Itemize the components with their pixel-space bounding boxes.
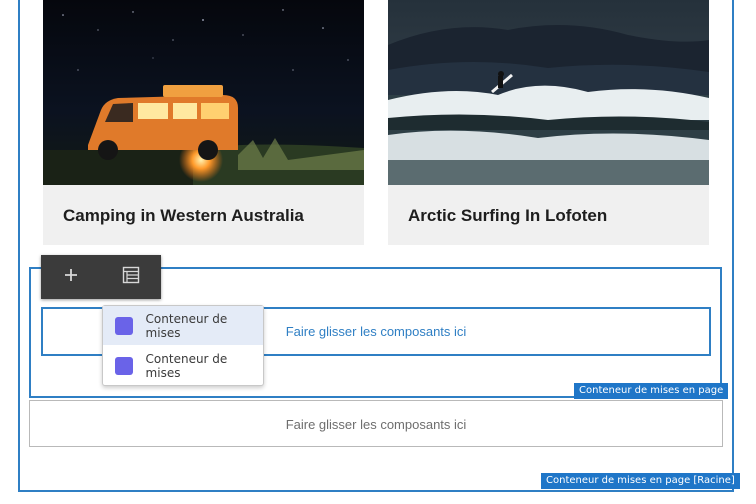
component-list-icon xyxy=(122,266,140,289)
teaser-card-surfing[interactable]: Arctic Surfing In Lofoten xyxy=(388,0,709,245)
drop-zone-label: Faire glisser les composants ici xyxy=(285,417,467,432)
camping-photo xyxy=(43,0,364,185)
popover-item-layout-container[interactable]: Conteneur de mises xyxy=(103,306,263,345)
popover-item-label: Conteneur de mises xyxy=(145,351,228,380)
component-swatch-icon xyxy=(115,356,133,375)
component-toolbar xyxy=(41,255,161,299)
surfing-photo xyxy=(388,0,709,185)
insert-component-popover: Conteneur de mises Conteneur de mises xyxy=(102,305,264,386)
drop-zone-root[interactable]: Faire glisser les composants ici xyxy=(29,400,723,447)
root-container-tag[interactable]: Conteneur de mises en page [Racine] xyxy=(541,473,740,489)
component-list-button[interactable] xyxy=(101,255,161,299)
component-swatch-icon xyxy=(115,316,133,335)
popover-item-label: Conteneur de mises xyxy=(145,311,228,340)
plus-icon xyxy=(64,268,78,287)
layout-container-tag[interactable]: Conteneur de mises en page xyxy=(574,383,729,399)
teaser-card-camping[interactable]: Camping in Western Australia xyxy=(43,0,364,245)
insert-component-button[interactable] xyxy=(41,255,101,299)
card-title[interactable]: Arctic Surfing In Lofoten xyxy=(408,206,607,226)
card-title[interactable]: Camping in Western Australia xyxy=(63,206,304,226)
popover-item-layout-container[interactable]: Conteneur de mises xyxy=(103,346,263,385)
